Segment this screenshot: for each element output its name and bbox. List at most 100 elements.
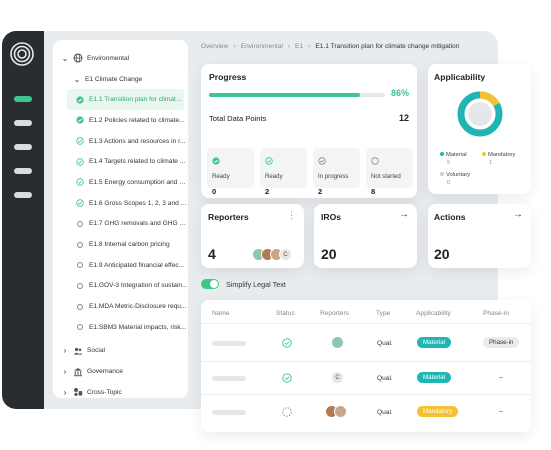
phase-in-cell: – xyxy=(499,374,503,381)
tree-item-label: E1.3 Actions and resources in r... xyxy=(89,137,186,145)
stat-in-progress: In progress 2 xyxy=(313,148,360,196)
tree-item-label: E1.7 GHG removals and GHG m... xyxy=(89,220,188,228)
more-vertical-icon[interactable]: ⋮ xyxy=(287,210,296,221)
iros-card[interactable]: IROs → 20 xyxy=(314,204,417,268)
tree-item-label: E1.MDA Metric-Disclosure requ... xyxy=(89,303,187,311)
chevron-down-icon[interactable]: ⌄ xyxy=(73,75,81,84)
tree-item-label: E1.SBM3 Material impacts, risk... xyxy=(89,323,187,331)
tree-item-label: E1.8 Internal carbon pricing xyxy=(89,241,170,249)
tree-item[interactable]: E1.9 Anticipated financial effec... xyxy=(53,255,188,276)
tree-item[interactable]: E1.GOV-3 Integration of sustain... xyxy=(53,276,188,297)
tree-item[interactable]: E1.8 Internal carbon pricing xyxy=(53,234,188,255)
stat-value: 8 xyxy=(371,187,376,196)
globe-icon xyxy=(73,53,83,63)
chevron-right-icon: › xyxy=(308,43,311,50)
breadcrumb-item[interactable]: Environmental xyxy=(241,43,283,50)
tree-item-label: E1.4 Targets related to climate ... xyxy=(89,158,186,166)
tree-item[interactable]: E1.2 Policies related to climate... xyxy=(53,110,188,131)
empty-circle-icon xyxy=(75,281,85,291)
stat-label: Ready xyxy=(265,173,283,180)
check-filled-icon xyxy=(75,95,85,105)
stat-label: Not started xyxy=(371,173,401,180)
empty-circle-icon xyxy=(75,260,85,270)
check-outline-icon xyxy=(282,373,292,383)
tree-node-environmental[interactable]: ⌄ Environmental xyxy=(53,48,188,69)
type-cell: Qual. xyxy=(377,409,393,416)
tree-node-climate-change[interactable]: ⌄ E1 Climate Change xyxy=(53,69,188,90)
nav-item-3[interactable] xyxy=(14,144,32,150)
chevron-right-icon: › xyxy=(287,43,291,50)
chevron-right-icon[interactable]: › xyxy=(61,367,69,376)
progress-card: Progress 86% Total Data Points 12 Ready … xyxy=(201,64,417,198)
empty-circle-icon xyxy=(75,302,85,312)
tree-item[interactable]: E1.4 Targets related to climate ... xyxy=(53,151,188,172)
tree-item[interactable]: E1.3 Actions and resources in r... xyxy=(53,131,188,152)
legend-label: Material xyxy=(446,152,467,158)
people-icon xyxy=(73,346,83,356)
institution-icon xyxy=(73,367,83,377)
name-placeholder xyxy=(212,376,246,381)
column-header: Status xyxy=(276,310,295,317)
legend-mandatory: Mandatory 1 xyxy=(482,152,515,166)
nav-item-5[interactable] xyxy=(14,192,32,198)
stat-value: 2 xyxy=(318,187,323,196)
legend-label: Mandatory xyxy=(488,152,516,158)
iros-count: 20 xyxy=(321,246,337,262)
simplify-toggle[interactable] xyxy=(201,279,219,289)
divider xyxy=(201,323,531,324)
tree-item[interactable]: E1.SBM3 Material impacts, risk... xyxy=(53,317,188,338)
progress-title: Progress xyxy=(209,72,247,82)
tree-label: Governance xyxy=(87,368,123,376)
actions-card[interactable]: Actions → 20 xyxy=(428,204,531,268)
arrow-right-icon[interactable]: → xyxy=(399,209,409,220)
stat-ready: Ready 2 xyxy=(260,148,307,196)
reporters-card[interactable]: Reporters ⋮ 4 C xyxy=(201,204,304,268)
tree-item[interactable]: E1.1 Transition plan for climate... xyxy=(67,89,184,111)
empty-circle-icon xyxy=(75,219,85,229)
phase-in-cell: – xyxy=(499,408,503,415)
legend-dot xyxy=(440,152,444,156)
chevron-right-icon[interactable]: › xyxy=(61,346,69,355)
check-filled-icon xyxy=(212,157,220,165)
check-outline-icon xyxy=(75,198,85,208)
divider xyxy=(201,361,531,362)
divider xyxy=(201,394,531,395)
progress-bar xyxy=(209,93,385,97)
column-header: Applicability xyxy=(416,310,451,317)
type-cell: Qual. xyxy=(377,340,393,347)
chevron-right-icon[interactable]: › xyxy=(61,388,69,397)
stat-label: In progress xyxy=(318,173,349,180)
nav-item-1[interactable] xyxy=(14,96,32,102)
nav-item-2[interactable] xyxy=(14,120,32,126)
legend-dot xyxy=(482,152,486,156)
tree-item[interactable]: E1.5 Energy consumption and m... xyxy=(53,172,188,193)
in-progress-icon xyxy=(282,407,292,417)
progress-fill xyxy=(209,93,361,97)
avatar xyxy=(334,405,347,418)
nav-item-4[interactable] xyxy=(14,168,32,174)
avatar-initial: C xyxy=(279,248,292,261)
applicability-title: Applicability xyxy=(434,72,486,82)
check-outline-icon xyxy=(75,157,85,167)
chevron-down-icon[interactable]: ⌄ xyxy=(61,54,69,63)
tree-node-cross-topic[interactable]: › Cross-Topic xyxy=(53,382,188,398)
arrow-right-icon[interactable]: → xyxy=(513,209,523,220)
applicability-pill: Material xyxy=(417,337,452,348)
total-value: 12 xyxy=(398,113,409,123)
breadcrumb-item[interactable]: E1 xyxy=(295,43,303,50)
check-filled-icon xyxy=(75,115,85,125)
empty-circle-icon xyxy=(371,157,379,165)
tree-node-governance[interactable]: › Governance xyxy=(53,361,188,382)
tree-label: Social xyxy=(87,347,105,355)
breadcrumb-item[interactable]: Overview xyxy=(201,43,228,50)
breadcrumb-current: E1.1 Transition plan for climate change … xyxy=(315,43,460,50)
tree-item[interactable]: E1.6 Gross Scopes 1, 2, 3 and T... xyxy=(53,193,188,214)
tree-label: E1 Climate Change xyxy=(85,75,143,83)
tree-item[interactable]: E1.MDA Metric-Disclosure requ... xyxy=(53,296,188,317)
legend-value: 5 xyxy=(447,160,451,166)
tree-node-social[interactable]: › Social xyxy=(53,341,188,362)
avatar-initial: C xyxy=(331,371,344,384)
breadcrumb: Overview › Environmental › E1 › E1.1 Transitio… xyxy=(201,43,459,50)
iros-title: IROs xyxy=(321,212,342,222)
tree-item[interactable]: E1.7 GHG removals and GHG m... xyxy=(53,214,188,235)
